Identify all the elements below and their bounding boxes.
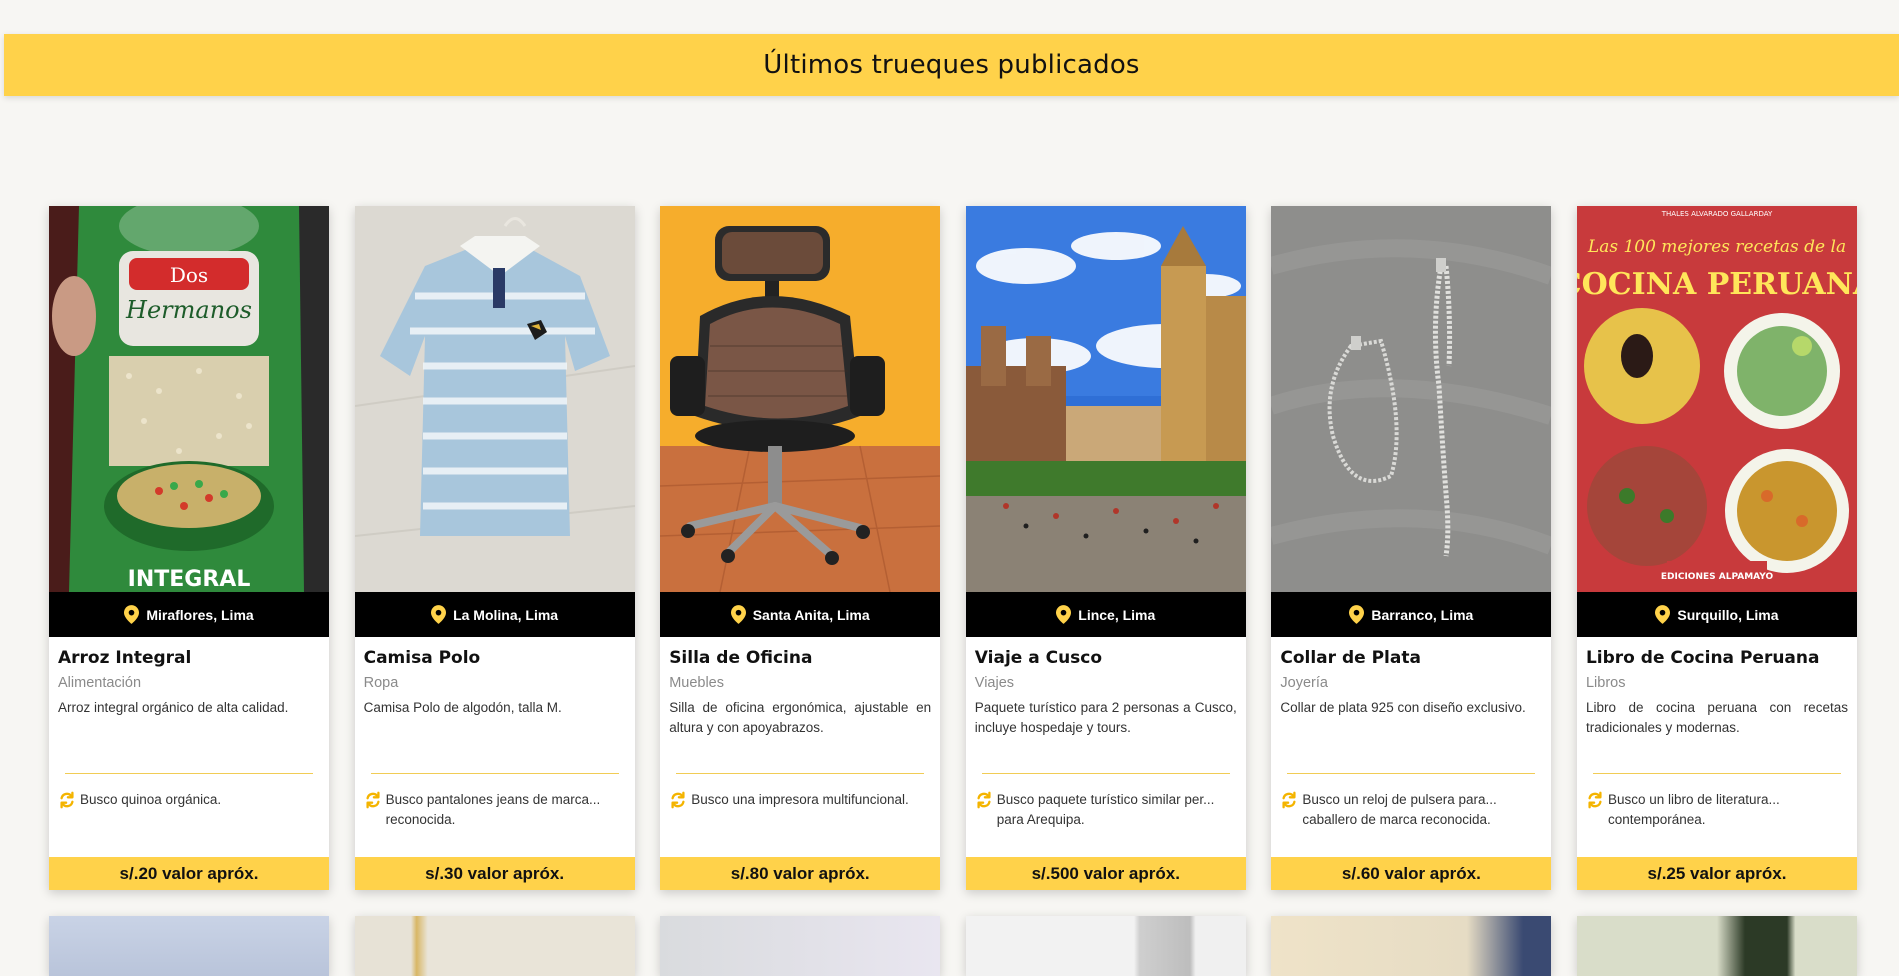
location-text: Barranco, Lima [1371,606,1474,623]
card-category: Libros [1585,675,1626,691]
location-pin-icon [1056,605,1072,624]
barter-card-arroz-integral[interactable]: Dos Hermanos INTEGRAL Miraflores, Lima A… [49,206,329,890]
location-pin-icon [730,605,746,624]
card-title[interactable]: Camisa Polo [364,648,481,668]
location-pin-icon [1349,605,1365,624]
silver-necklace-photo[interactable] [1271,206,1552,592]
location-bar: Surquillo, Lima [1576,592,1857,637]
seeking-text: Busco quinoa orgánica. [80,792,222,807]
price-bar: s/.30 valor apróx. [354,857,635,890]
card-description: Libro de cocina peruana con recetas trad… [1585,700,1848,735]
seeking-text: Busco paquete turístico similar per... p… [996,792,1215,827]
location-text: Santa Anita, Lima [752,606,870,623]
location-pin-icon [431,605,447,624]
svg-text:Dos: Dos [170,263,208,287]
card-description: Silla de oficina ergonómica, ajustable e… [669,700,932,735]
svg-text:Las 100 mejores recetas de la: Las 100 mejores recetas de la [1587,237,1846,257]
barter-grid-next-row [49,916,1857,976]
card-category: Joyería [1280,675,1328,691]
location-text: Miraflores, Lima [146,606,254,623]
svg-text:COCINA PERUANA: COCINA PERUANA [1577,267,1857,302]
location-text: La Molina, Lima [453,606,559,623]
striped-polo-shirt-photo[interactable] [354,206,635,592]
location-bar: Lince, Lima [965,592,1246,637]
card-description: Arroz integral orgánico de alta calidad. [58,700,289,715]
barter-card-camisa-polo[interactable]: La Molina, Lima Camisa Polo Ropa Camisa … [354,206,635,890]
exchange-icon [1282,791,1296,809]
seeking-row: Busco paquete turístico similar per... p… [975,790,1237,830]
exchange-icon [366,791,380,809]
seeking-text: Busco una impresora multifuncional. [691,792,909,807]
card-category: Muebles [669,675,724,691]
seeking-row: Busco quinoa orgánica. [58,790,320,810]
price-bar: s/.25 valor apróx. [1576,857,1857,890]
seeking-text: Busco un reloj de pulsera para... caball… [1302,792,1497,827]
rice-bag-photo[interactable]: Dos Hermanos INTEGRAL [49,206,329,592]
barter-card-viaje-a-cusco[interactable]: Lince, Lima Viaje a Cusco Viajes Paquete… [965,206,1246,890]
location-text: Surquillo, Lima [1677,606,1779,623]
card-description: Collar de plata 925 con diseño exclusivo… [1280,700,1526,715]
card-divider [676,773,925,774]
location-pin-icon [1655,605,1671,624]
seeking-row: Busco pantalones jeans de marca... recon… [364,790,626,830]
card-preview[interactable] [965,916,1246,976]
exchange-icon [977,791,991,809]
price-bar: s/.80 valor apróx. [660,857,941,890]
card-category: Ropa [363,675,399,691]
card-title[interactable]: Silla de Oficina [669,648,812,668]
exchange-icon [671,791,685,809]
card-divider [65,773,313,774]
card-divider [370,773,619,774]
card-preview[interactable] [1576,916,1857,976]
section-header: Últimos trueques publicados [4,34,1899,96]
seeking-row: Busco una impresora multifuncional. [669,790,931,810]
location-bar: Santa Anita, Lima [660,592,941,637]
svg-text:THALES ALVARADO GALLARDAY: THALES ALVARADO GALLARDAY [1661,210,1773,218]
exchange-icon [1588,791,1602,809]
seeking-row: Busco un libro de literatura... contempo… [1586,790,1848,830]
card-category: Alimentación [58,675,142,691]
card-divider [1287,773,1536,774]
card-title[interactable]: Viaje a Cusco [975,648,1102,668]
card-title[interactable]: Arroz Integral [58,648,191,668]
card-preview[interactable] [354,916,635,976]
card-description: Camisa Polo de algodón, talla M. [363,700,562,715]
seeking-text: Busco un libro de literatura... contempo… [1607,792,1780,827]
seeking-row: Busco un reloj de pulsera para... caball… [1280,790,1542,830]
price-bar: s/.20 valor apróx. [49,857,329,890]
seeking-text: Busco pantalones jeans de marca... recon… [385,792,601,827]
location-bar: Miraflores, Lima [49,592,329,637]
location-pin-icon [124,605,140,624]
barter-card-libro-de-cocina-peruana[interactable]: THALES ALVARADO GALLARDAY Las 100 mejore… [1576,206,1857,890]
card-preview[interactable] [1271,916,1552,976]
section-title: Últimos trueques publicados [763,50,1140,80]
card-title[interactable]: Collar de Plata [1280,648,1421,668]
location-text: Lince, Lima [1078,606,1156,623]
svg-text:EDICIONES ALPAMAYO: EDICIONES ALPAMAYO [1661,572,1774,582]
barter-grid: Dos Hermanos INTEGRAL Miraflores, Lima A… [49,206,1857,890]
svg-text:INTEGRAL: INTEGRAL [128,567,251,592]
office-chair-photo[interactable] [660,206,941,592]
location-bar: Barranco, Lima [1271,592,1552,637]
card-divider [1592,773,1841,774]
card-description: Paquete turístico para 2 personas a Cusc… [974,700,1237,735]
cusco-plaza-photo[interactable] [965,206,1246,592]
barter-card-silla-de-oficina[interactable]: Santa Anita, Lima Silla de Oficina Muebl… [660,206,941,890]
price-bar: s/.500 valor apróx. [965,857,1246,890]
card-category: Viajes [974,675,1015,691]
price-bar: s/.60 valor apróx. [1271,857,1552,890]
barter-card-collar-de-plata[interactable]: Barranco, Lima Collar de Plata Joyería C… [1271,206,1552,890]
location-bar: La Molina, Lima [354,592,635,637]
card-preview[interactable] [49,916,329,976]
exchange-icon [60,791,74,809]
svg-text:Hermanos: Hermanos [125,296,252,324]
card-preview[interactable] [660,916,941,976]
card-title[interactable]: Libro de Cocina Peruana [1586,648,1820,668]
card-divider [981,773,1230,774]
cookbook-cover-photo[interactable]: THALES ALVARADO GALLARDAY Las 100 mejore… [1576,206,1857,592]
